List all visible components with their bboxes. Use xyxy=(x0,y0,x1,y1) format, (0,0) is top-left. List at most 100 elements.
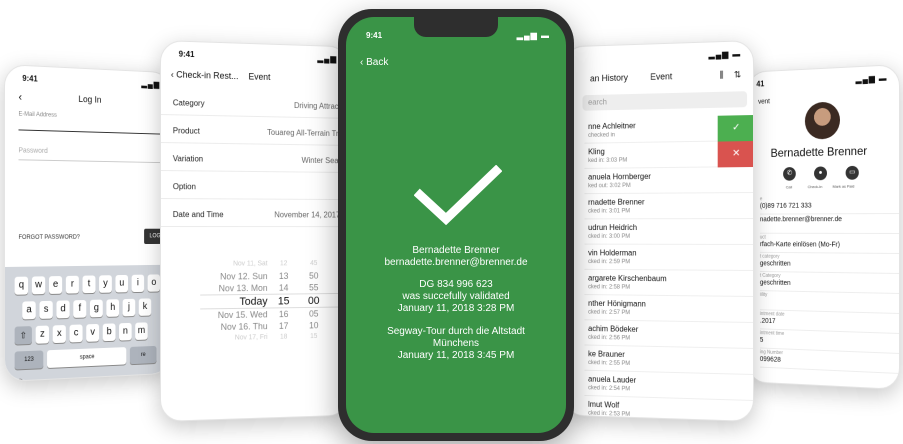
keyboard-key[interactable]: n xyxy=(119,322,132,341)
ticket-icon[interactable]: ▭ xyxy=(845,165,859,180)
history-time: checked in xyxy=(588,132,615,139)
keyboard-key[interactable]: i xyxy=(131,274,145,293)
keyboard-key[interactable]: o xyxy=(147,274,161,292)
signal-icon: ▂▄▆ xyxy=(141,79,161,89)
return-key[interactable]: re xyxy=(129,345,157,365)
login-title: Log In xyxy=(78,94,102,105)
history-time: cked in: 2:56 PM xyxy=(588,334,631,342)
keyboard-key[interactable]: g xyxy=(89,299,103,318)
profile-field: intment date .2017 xyxy=(760,311,895,329)
password-field[interactable]: Password xyxy=(18,147,47,155)
history-name: lmut Wolf xyxy=(588,399,620,410)
date-time-picker[interactable]: Nov 11, Sat 12 45 Nov 12. Sun 13 50 Nov 13. Mo… xyxy=(200,258,349,346)
keyboard-key[interactable]: x xyxy=(52,324,66,344)
person-icon[interactable]: ● xyxy=(814,166,827,181)
numbers-key[interactable]: 123 xyxy=(14,350,44,370)
keyboard-key[interactable]: s xyxy=(39,300,53,319)
sort-icon[interactable]: ⇅ xyxy=(734,69,741,80)
picker-row[interactable]: Nov 11, Sat 12 45 xyxy=(200,258,348,271)
history-item[interactable]: udrun Heidrich cked in: 3:00 PM xyxy=(584,219,754,245)
status-bar: 9:41 ▂▄▆ xyxy=(5,65,171,94)
picker-row[interactable]: Nov 13. Mon 14 55 xyxy=(200,281,348,294)
forgot-password-link[interactable]: FORGOT PASSWORD? xyxy=(18,235,79,241)
reject-button[interactable]: ✕ xyxy=(717,140,754,168)
history-time: cked in: 3:01 PM xyxy=(588,208,631,215)
profile-field: iility xyxy=(760,292,895,302)
back-button[interactable]: ‹ Check-in Rest... xyxy=(171,69,239,81)
keyboard-key[interactable]: y xyxy=(99,275,112,293)
filter-icon[interactable]: ⫼ xyxy=(720,70,724,81)
checkmark-icon xyxy=(414,165,502,225)
validated-at: January 11, 2018 3:28 PM xyxy=(397,303,515,314)
keyboard-key[interactable]: b xyxy=(102,323,116,342)
row-key: Date and Time xyxy=(172,210,224,220)
history-item[interactable]: anuela Hornberger ked out: 3:02 PM xyxy=(584,167,754,195)
history-item[interactable]: lmut Wolf cked in: 2:53 PM xyxy=(584,395,754,422)
search-input[interactable]: earch xyxy=(582,91,748,111)
keyboard-key[interactable]: e xyxy=(48,276,63,294)
back-button[interactable]: ‹ Back xyxy=(360,57,388,68)
picker-hour: 15 xyxy=(277,295,290,308)
password-underline xyxy=(18,159,166,164)
keyboard-key[interactable]: d xyxy=(56,300,70,319)
keyboard-key[interactable]: t xyxy=(82,275,96,294)
history-item[interactable]: nther Hönigmann cked in: 2:57 PM xyxy=(584,295,754,323)
history-time: cked in: 2:55 PM xyxy=(588,360,631,367)
status-time: 9:41 xyxy=(366,31,383,40)
event-row[interactable]: Product Touareg All-Terrain Trac xyxy=(160,117,349,146)
field-value: (0)89 716 721 333 xyxy=(759,202,812,210)
history-item[interactable]: vin Holderman cked in: 2:59 PM xyxy=(584,244,754,271)
keyboard-key[interactable]: k xyxy=(138,298,152,316)
history-name: udrun Heidrich xyxy=(588,223,637,232)
shift-key[interactable]: ⇧ xyxy=(14,326,32,345)
keyboard-key[interactable]: a xyxy=(22,301,36,320)
keyboard-key[interactable]: r xyxy=(65,275,79,294)
keyboard-key[interactable]: f xyxy=(73,299,87,318)
picker-hour: 12 xyxy=(279,260,288,268)
event-row[interactable]: Category Driving Attractio xyxy=(160,89,349,119)
visitor-email: bernadette.brenner@brenner.de xyxy=(384,257,528,268)
keyboard-key[interactable]: j xyxy=(122,298,136,317)
history-time: cked in: 2:57 PM xyxy=(588,309,631,317)
profile-field: t Category geschritten xyxy=(760,273,895,289)
keyboard: qwertyuio asdfghjk ⇧ zxcvbnm 123 space r… xyxy=(4,264,171,382)
visitor-name: Bernadette Brenner xyxy=(412,245,500,256)
row-value: Touareg All-Terrain Trac xyxy=(267,127,347,139)
call-label: Call xyxy=(785,184,793,190)
row-key: Option xyxy=(172,182,196,192)
picker-hour: 18 xyxy=(279,333,288,341)
event-row[interactable]: OptionA xyxy=(160,173,349,201)
history-item[interactable]: argarete Kirschenbaum cked in: 2:58 PM xyxy=(584,269,754,297)
event-row[interactable]: Variation Winter Seaso xyxy=(160,145,349,173)
history-time: ked out: 3:02 PM xyxy=(588,183,631,190)
event-filter[interactable]: Event xyxy=(650,71,672,81)
phone-icon[interactable]: ✆ xyxy=(783,167,796,181)
keyboard-key[interactable]: c xyxy=(69,324,83,343)
history-item[interactable]: rnadette Brenner cked in: 3:01 PM xyxy=(584,193,754,220)
email-field[interactable] xyxy=(18,129,166,135)
keyboard-key[interactable]: m xyxy=(135,322,148,341)
accept-button[interactable]: ✓ xyxy=(717,114,754,142)
event-title: Event xyxy=(248,71,271,82)
picker-minute: 15 xyxy=(310,333,318,341)
keyboard-key[interactable]: w xyxy=(31,276,46,295)
history-name: anuela Lauder xyxy=(588,374,637,385)
keyboard-key[interactable]: h xyxy=(106,299,120,317)
keyboard-key[interactable]: u xyxy=(115,274,129,293)
status-time: 9:41 xyxy=(22,73,38,84)
back-label: Check-in Rest... xyxy=(176,69,239,82)
picker-date: Today xyxy=(239,295,268,308)
field-value: geschritten xyxy=(759,260,791,268)
keyboard-key[interactable]: v xyxy=(86,323,100,342)
emoji-icon[interactable]: ☺ xyxy=(15,369,167,382)
history-item[interactable]: achim Bödeker cked in: 2:56 PM xyxy=(584,320,754,349)
back-chevron-icon[interactable]: ‹ xyxy=(18,92,22,104)
picker-row[interactable]: Nov 17, Fri 18 15 xyxy=(200,331,348,346)
keyboard-row: qwertyuio xyxy=(14,274,167,295)
status-time: 9:41 xyxy=(178,49,195,60)
keyboard-key[interactable]: q xyxy=(14,276,29,295)
space-key[interactable]: space xyxy=(47,347,127,369)
status-bar: ▂▄▆ ▬ xyxy=(564,41,753,69)
event-row[interactable]: Date and Time November 14, 2017 1 xyxy=(160,201,349,228)
keyboard-key[interactable]: z xyxy=(35,325,49,344)
